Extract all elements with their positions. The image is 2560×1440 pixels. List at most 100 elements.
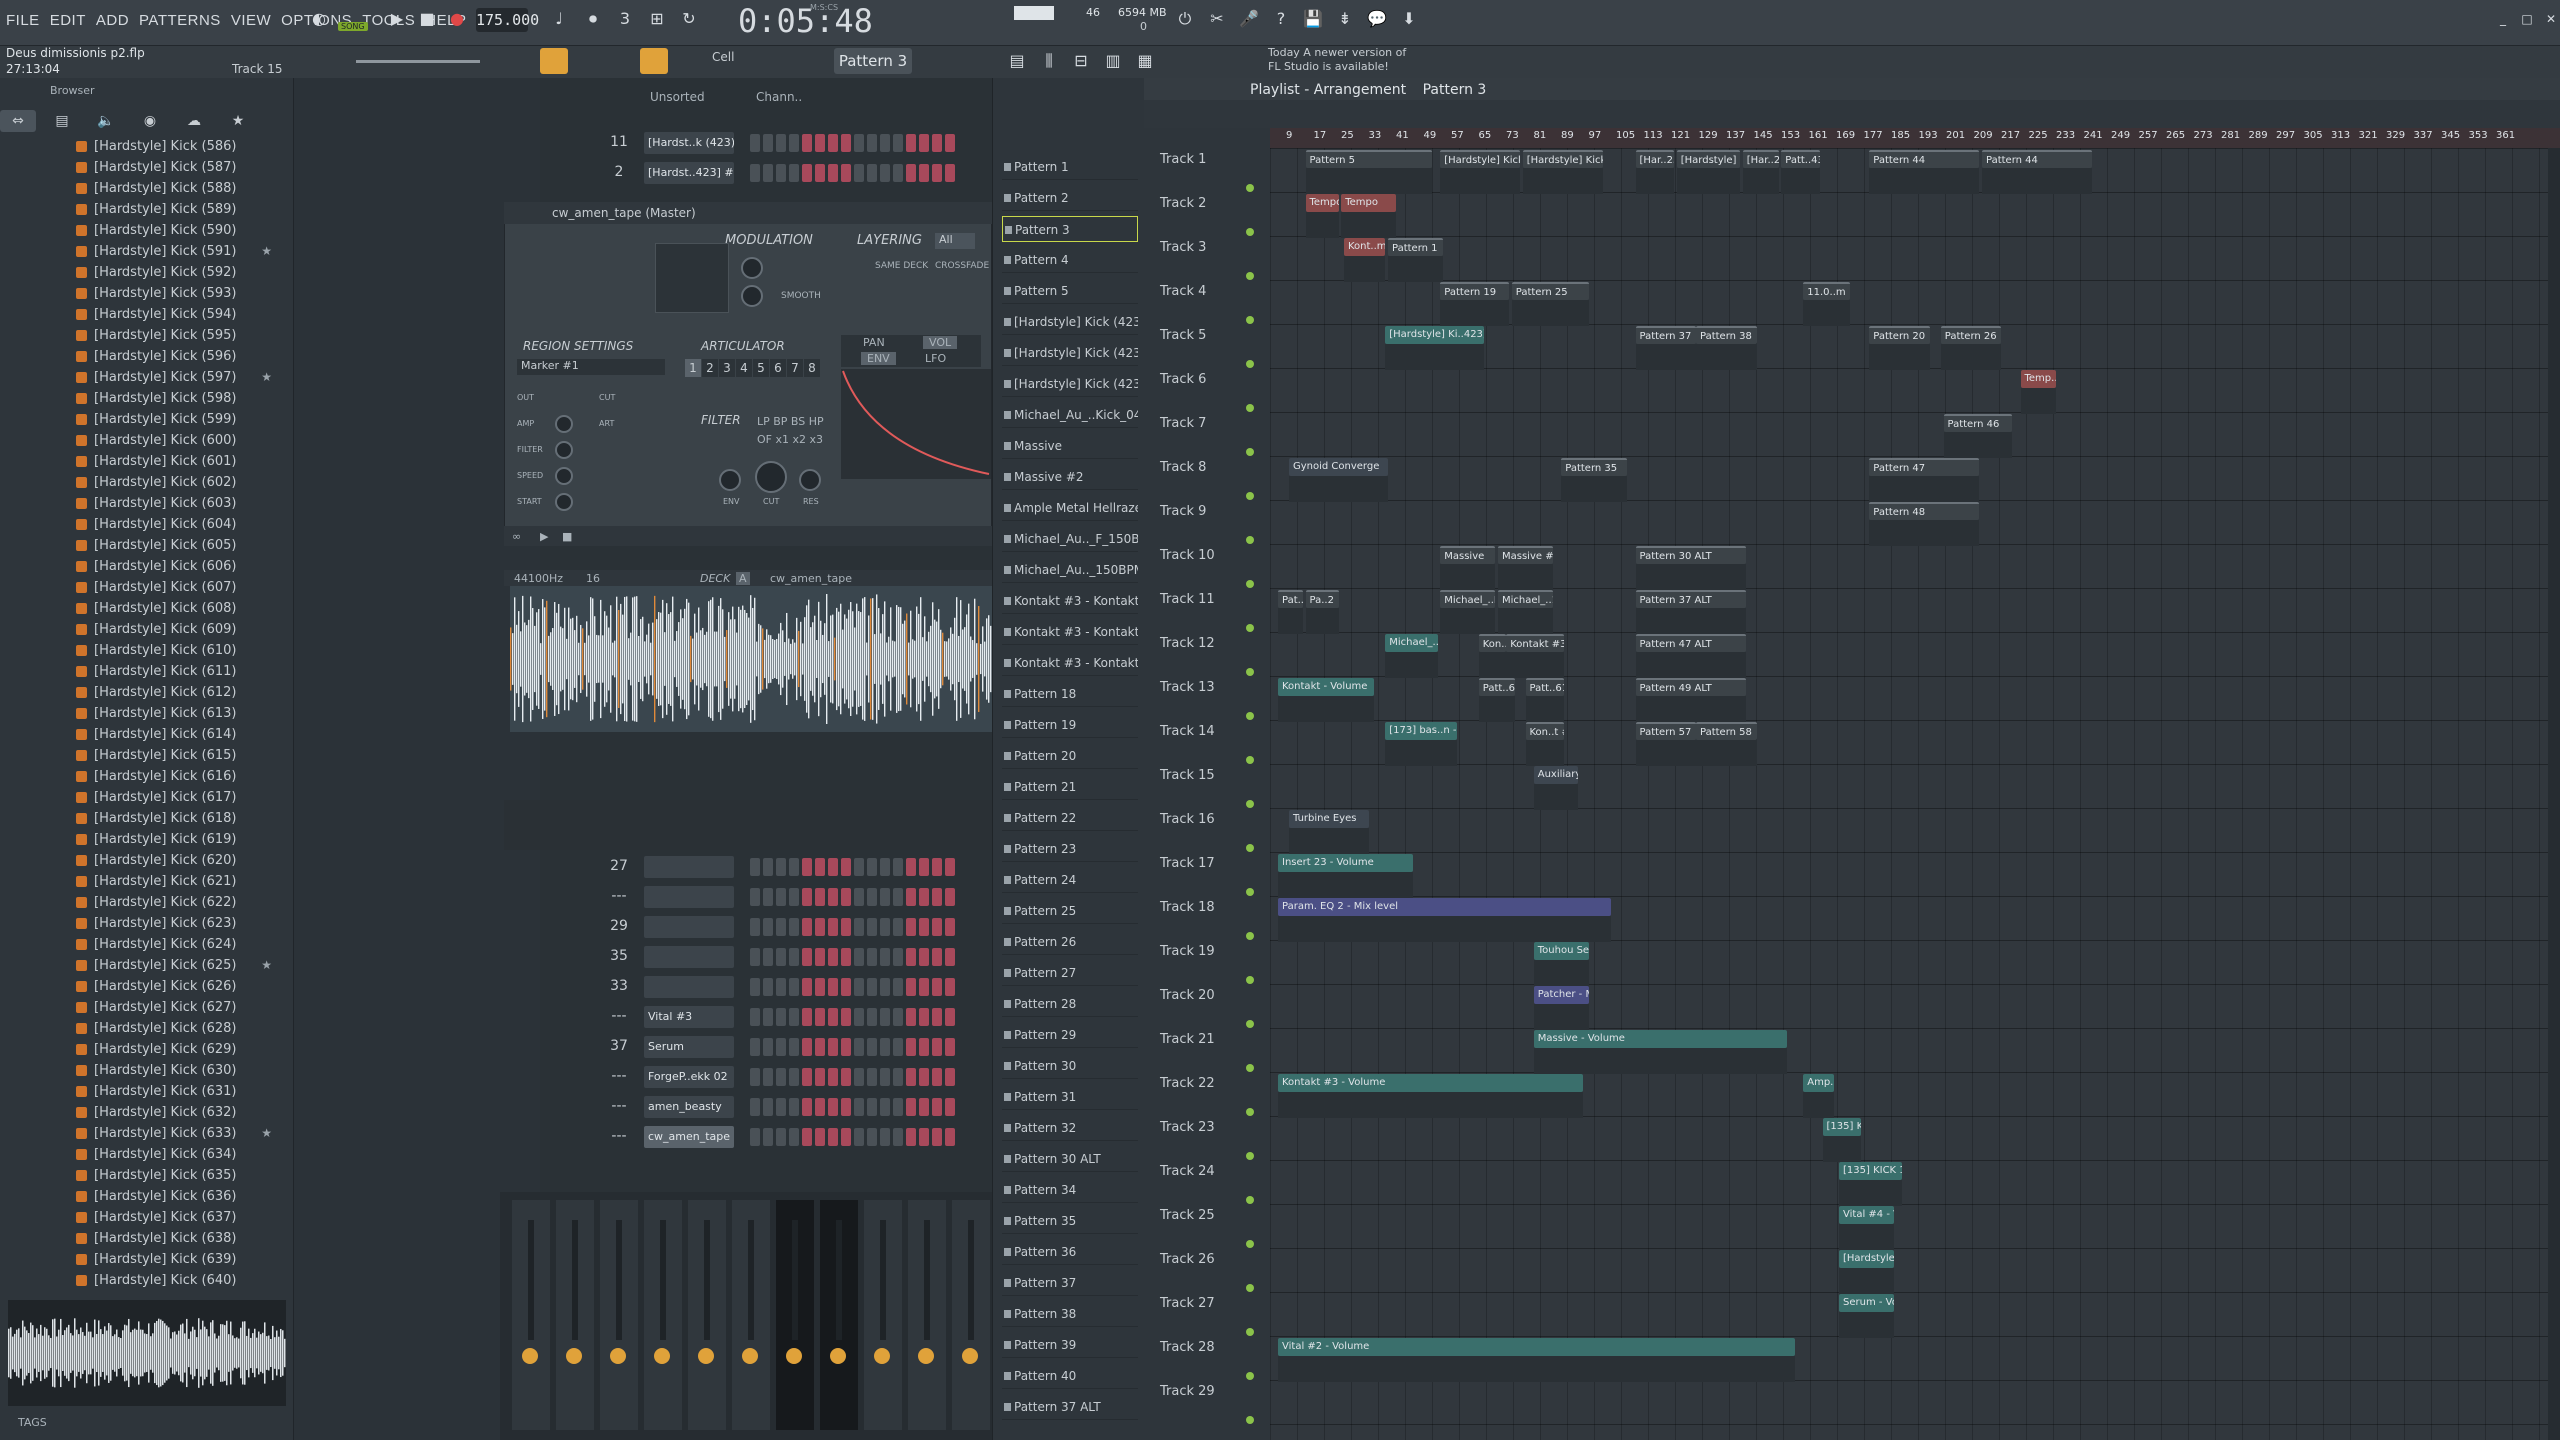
mixer-fader[interactable] [748,1220,754,1340]
clip-body[interactable] [1533,784,1578,810]
playlist-clip[interactable]: Tempo [1305,194,1339,212]
step-button[interactable] [893,1068,903,1086]
clip-body[interactable] [1839,1268,1894,1294]
channel-name-button[interactable]: [Hardst..k (423)] [644,132,734,154]
browser-file-item[interactable]: [Hardstyle] Kick (596) [72,346,294,367]
mixer-fader[interactable] [616,1220,622,1340]
mixer-pan-knob[interactable] [698,1348,714,1364]
step-button[interactable] [880,948,890,966]
menu-patterns[interactable]: PATTERNS [139,12,221,29]
playlist-clip[interactable]: Pattern 57 [1635,722,1696,740]
step-button[interactable] [906,164,916,182]
step-button[interactable] [815,134,825,152]
step-button[interactable] [802,978,812,996]
channel-row[interactable]: --- cw_amen_tape [550,1124,990,1150]
clip-body[interactable] [1982,168,2092,194]
step-button[interactable] [815,1128,825,1146]
browser-file-item[interactable]: [Hardstyle] Kick (628) [72,1018,294,1039]
crossfade-label[interactable]: CROSSFADE [935,261,989,271]
playlist-window-icon[interactable]: ▤ [1004,48,1030,74]
browser-file-item[interactable]: [Hardstyle] Kick (606) [72,556,294,577]
step-button[interactable] [841,1068,851,1086]
piano-strip[interactable] [504,800,992,850]
plugin-title-bar[interactable]: cw_amen_tape (Master) [504,202,992,224]
channel-mixer-track[interactable]: 11 [606,134,632,150]
browser-file-item[interactable]: [Hardstyle] Kick (639) [72,1249,294,1270]
step-button[interactable] [776,948,786,966]
step-button[interactable] [880,918,890,936]
step-button[interactable] [854,134,864,152]
channel-mixer-track[interactable]: 29 [606,918,632,934]
metronome-icon[interactable]: ♩ [546,6,572,32]
track-header[interactable]: Track 7 [1160,412,1260,456]
picker-item[interactable]: Massive #2 [1002,464,1138,490]
picker-item[interactable]: Pattern 30 ALT [1002,1146,1138,1172]
browser-file-item[interactable]: [Hardstyle] Kick (637) [72,1207,294,1228]
step-button[interactable] [763,918,773,936]
clip-body[interactable] [1943,432,2013,458]
clip-body[interactable] [1869,344,1930,370]
mod-y-knob[interactable] [741,285,763,307]
mixer-fader[interactable] [836,1220,842,1340]
playlist-clip[interactable]: 11.0..m [1803,282,1850,300]
track-header[interactable]: Track 28 [1160,1336,1260,1380]
track-header[interactable]: Track 14 [1160,720,1260,764]
browser-file-item[interactable]: [Hardstyle] Kick (594) [72,304,294,325]
channel-rack-icon[interactable]: ⊟ [1068,48,1094,74]
countdown-icon[interactable]: 3 [612,6,638,32]
step-button[interactable] [919,888,929,906]
help-icon[interactable]: ? [1268,6,1294,32]
articulator-slot[interactable]: 4 [736,359,752,377]
playlist-clip[interactable]: Pattern 30 ALT [1635,546,1746,564]
step-button[interactable] [763,1128,773,1146]
browser-file-item[interactable]: [Hardstyle] Kick (635) [72,1165,294,1186]
pan-tab[interactable]: PAN [863,336,885,349]
mixer-window-icon[interactable]: ⫼ [1036,48,1062,74]
browser-file-item[interactable]: [Hardstyle] Kick (632) [72,1102,294,1123]
track-header[interactable]: Track 26 [1160,1248,1260,1292]
clip-body[interactable] [1440,564,1496,590]
track-mute-led[interactable] [1246,360,1254,368]
step-button[interactable] [854,888,864,906]
step-button[interactable] [945,164,955,182]
clip-body[interactable] [1511,300,1589,326]
playlist-clip[interactable]: Pattern 47 [1869,458,1980,476]
step-button[interactable] [932,918,942,936]
step-button[interactable] [763,134,773,152]
clip-body[interactable] [1478,652,1507,678]
step-button[interactable] [841,948,851,966]
picker-item[interactable]: Pattern 35 [1002,1208,1138,1234]
step-button[interactable] [945,134,955,152]
browser-file-item[interactable]: [Hardstyle] Kick (640) [72,1270,294,1291]
mic-icon[interactable]: 🎤 [1236,6,1262,32]
step-button[interactable] [932,1068,942,1086]
step-button[interactable] [893,888,903,906]
clip-body[interactable] [1278,916,1611,942]
step-button[interactable] [906,858,916,876]
step-button[interactable] [906,888,916,906]
step-button[interactable] [802,134,812,152]
picker-item[interactable]: Pattern 29 [1002,1022,1138,1048]
step-button[interactable] [776,1008,786,1026]
all-files-tab-icon[interactable]: ⇔ [0,110,36,132]
playlist-clip[interactable]: Tempo [1341,194,1397,212]
smooth-label[interactable]: SMOOTH [781,291,821,301]
channel-name-button[interactable] [644,976,734,998]
playlist-clip[interactable]: Pattern 20 [1869,326,1930,344]
clip-body[interactable] [1341,212,1397,238]
clip-body[interactable] [1388,256,1443,282]
step-button[interactable] [945,918,955,936]
channel-name-button[interactable] [644,886,734,908]
step-button[interactable] [854,1068,864,1086]
channel-mixer-track[interactable]: --- [606,1008,632,1024]
clip-body[interactable] [1839,1224,1894,1250]
browser-file-item[interactable]: [Hardstyle] Kick (622) [72,892,294,913]
amp-knob[interactable] [555,415,573,433]
track-mute-led[interactable] [1246,800,1254,808]
track-mute-led[interactable] [1246,1064,1254,1072]
mixer-strip[interactable] [864,1200,902,1430]
step-button[interactable] [932,1008,942,1026]
step-button[interactable] [854,164,864,182]
channel-row[interactable]: 11 [Hardst..k (423)] [550,130,990,156]
step-button[interactable] [945,978,955,996]
